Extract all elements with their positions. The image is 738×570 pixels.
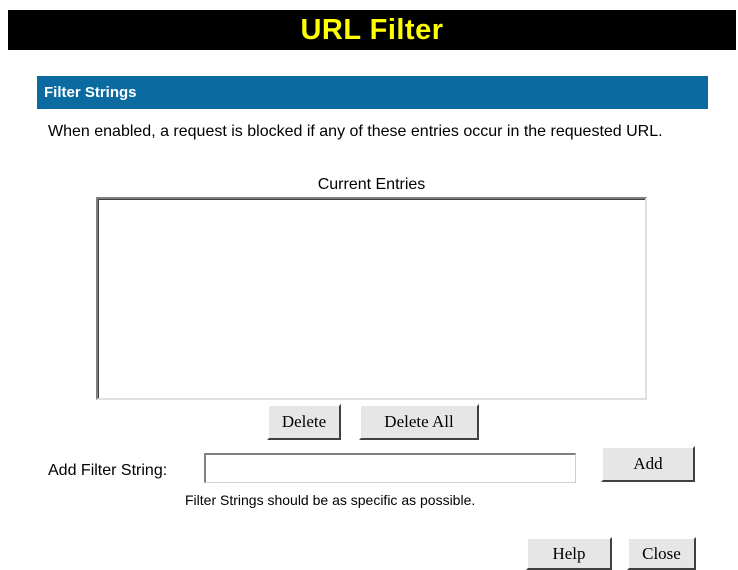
section-header-label: Filter Strings (44, 84, 137, 101)
page-title: URL Filter (300, 13, 444, 46)
filter-string-hint: Filter Strings should be as specific as … (185, 492, 476, 508)
current-entries-listbox[interactable] (96, 197, 647, 400)
section-description: When enabled, a request is blocked if an… (48, 123, 663, 140)
add-button[interactable]: Add (601, 446, 695, 482)
close-button[interactable]: Close (627, 537, 696, 570)
delete-button[interactable]: Delete (267, 404, 341, 440)
add-filter-string-input[interactable] (204, 453, 576, 483)
help-button[interactable]: Help (526, 537, 612, 570)
add-filter-string-label: Add Filter String: (48, 462, 168, 479)
delete-all-button[interactable]: Delete All (359, 404, 479, 440)
section-header: Filter Strings (37, 76, 708, 109)
current-entries-label: Current Entries (317, 176, 426, 193)
title-bar: URL Filter (8, 10, 736, 50)
